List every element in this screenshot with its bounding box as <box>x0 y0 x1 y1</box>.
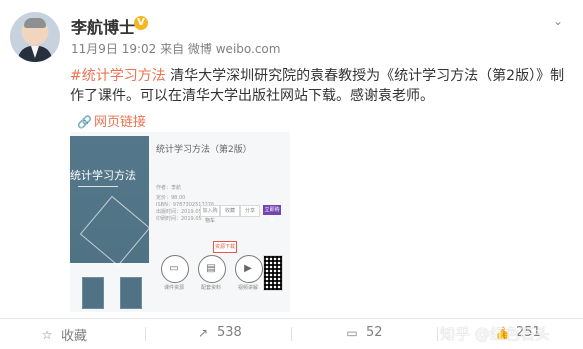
image-preview[interactable]: 统计学习方法 统计学习方法（第2版） 作者：李航 定价：98.00 ISBN：9… <box>70 132 290 312</box>
preview-action-label-1: 课件资源 <box>163 285 184 291</box>
preview-button-gray-1: 加入购物车 <box>200 205 220 224</box>
link-icon: 🔗 <box>77 115 92 129</box>
share-button[interactable]: ↗ 538 <box>196 325 242 340</box>
preview-button-gray-3: 分享 <box>240 205 260 217</box>
play-icon-glyph: ▶ <box>244 263 252 274</box>
post-text-line-2: 作了课件。可以在清华大学出版社网站下载。感谢袁老师。 <box>70 88 434 104</box>
preview-detail-4: 印刷时间：2019.05 <box>156 216 202 222</box>
preview-tab-red: 资源下载 <box>213 241 237 253</box>
book-cover-title: 统计学习方法 <box>70 169 136 182</box>
share-count: 538 <box>217 325 242 340</box>
preview-action-label-3: 视频讲解 <box>237 285 258 291</box>
star-icon: ☆ <box>41 327 53 342</box>
web-link-label: 网页链接 <box>94 115 147 130</box>
avatar-hair <box>24 18 46 28</box>
author-name[interactable]: 李航博士 <box>71 14 135 38</box>
preview-button-gray-2: 收藏 <box>220 205 240 217</box>
book-cover-line <box>78 186 118 187</box>
monitor-icon-glyph: ▭ <box>169 263 179 274</box>
document-icon-glyph: ▤ <box>206 263 216 274</box>
watermark: 知乎 @红色石头 <box>440 325 550 343</box>
preview-action-label-2: 配套资料 <box>200 285 221 291</box>
post-content: #统计学习方法 清华大学深圳研究院的袁春教授为《统计学习方法（第2版）》制 作了… <box>70 66 578 106</box>
preview-title: 统计学习方法（第2版） <box>156 145 252 155</box>
comment-icon: ▭ <box>346 325 358 340</box>
post-meta: 11月9日 19:02 来自 微博 weibo.com <box>71 42 281 56</box>
book-thumbnail-2 <box>120 277 142 309</box>
web-link[interactable]: 🔗 网页链接 <box>77 111 146 130</box>
footer-divider-1 <box>145 327 146 341</box>
book-cover-geometry <box>79 195 151 267</box>
book-thumbnail-1 <box>82 277 104 309</box>
preview-detail-3: 出版时间：2019.05 <box>156 209 202 215</box>
favorite-label: 收藏 <box>61 329 88 344</box>
qr-code <box>263 255 283 291</box>
favorite-button[interactable]: ☆ 收藏 <box>40 325 88 345</box>
share-icon: ↗ <box>197 325 209 340</box>
preview-author-line: 作者：李航 <box>156 185 182 191</box>
book-page-panel: 统计学习方法（第2版） 作者：李航 定价：98.00 ISBN：97873025… <box>156 140 286 310</box>
comment-button[interactable]: ▭ 52 <box>345 325 383 340</box>
book-cover: 统计学习方法 <box>70 136 151 267</box>
post-text-line-1: 清华大学深圳研究院的袁春教授为《统计学习方法（第2版）》制 <box>165 68 565 84</box>
preview-button-purple: 立即购买 <box>263 205 281 223</box>
avatar[interactable] <box>10 12 60 62</box>
verified-badge-icon: V <box>134 16 148 30</box>
hashtag-link[interactable]: #统计学习方法 <box>70 68 166 84</box>
chevron-down-icon[interactable]: ⌄ <box>551 14 565 28</box>
footer-divider-3 <box>437 327 438 341</box>
footer-divider-2 <box>291 327 292 341</box>
comment-count: 52 <box>366 325 383 340</box>
preview-detail-1: 定价：98.00 <box>156 195 186 201</box>
